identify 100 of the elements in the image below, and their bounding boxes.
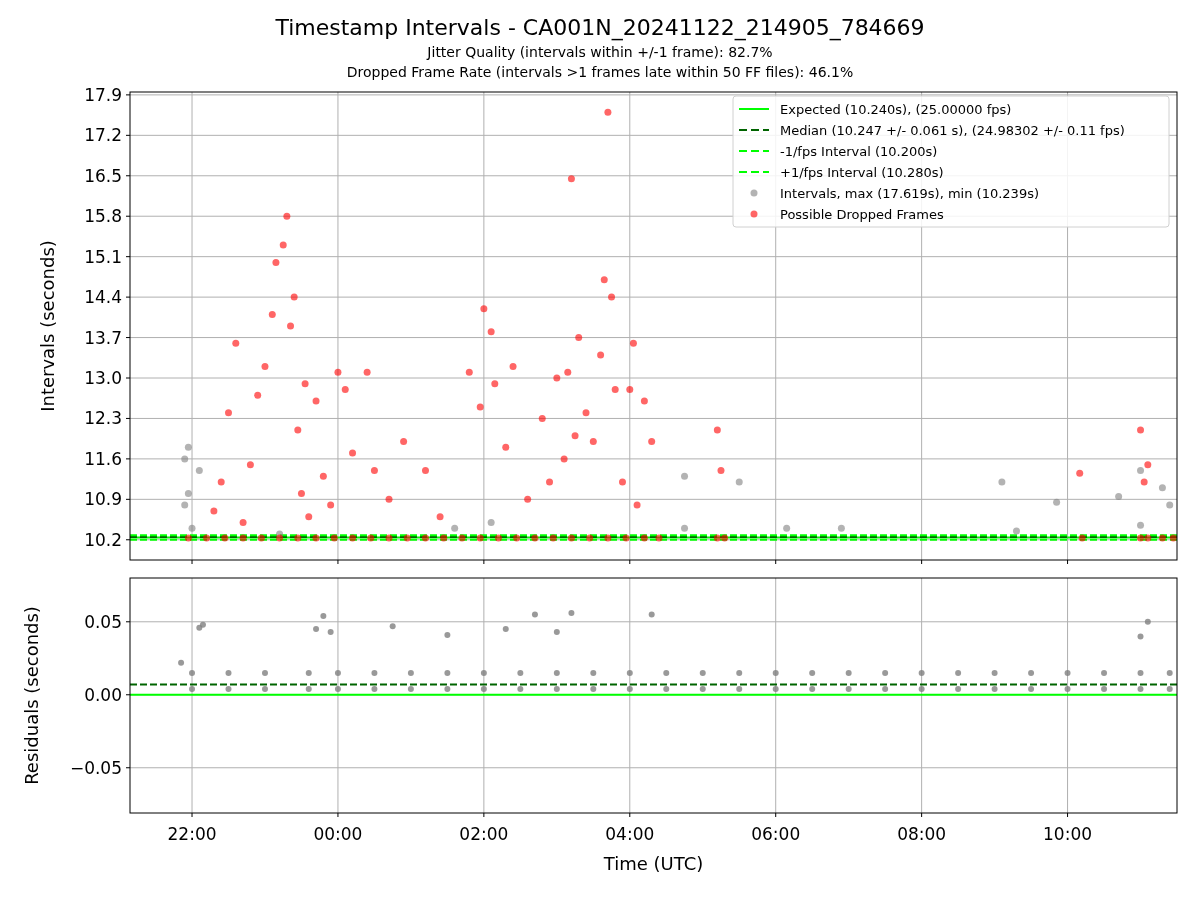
scatter-point xyxy=(845,685,852,692)
scatter-point xyxy=(385,495,393,503)
scatter-point xyxy=(1158,534,1166,542)
tick-label: 10.9 xyxy=(84,489,122,510)
scatter-point xyxy=(444,669,451,676)
scatter-point xyxy=(305,513,313,521)
scatter-point xyxy=(648,438,656,446)
scatter-point xyxy=(809,685,816,692)
scatter-point xyxy=(294,534,302,542)
scatter-point xyxy=(600,276,608,284)
scatter-point xyxy=(882,685,889,692)
scatter-point xyxy=(476,403,484,411)
scatter-point xyxy=(407,669,414,676)
scatter-point xyxy=(181,455,189,463)
scatter-point xyxy=(681,524,688,532)
scatter-point xyxy=(538,414,546,422)
scatter-point xyxy=(444,631,451,638)
scatter-point xyxy=(582,409,590,417)
scatter-point xyxy=(955,685,962,692)
scatter-point xyxy=(203,534,211,542)
scatter-point xyxy=(1169,534,1177,542)
chart-subtitle: Dropped Frame Rate (intervals >1 frames late within 50 FF files): 46.1% xyxy=(346,63,854,82)
scatter-point xyxy=(221,534,229,542)
scatter-point xyxy=(640,397,648,405)
scatter-point xyxy=(305,669,312,676)
scatter-point xyxy=(422,466,429,474)
scatter-point xyxy=(341,386,349,394)
tick-label: 17.9 xyxy=(84,84,122,105)
tick-label: 17.2 xyxy=(84,125,122,146)
scatter-point xyxy=(531,611,538,618)
scatter-point xyxy=(608,293,616,301)
scatter-point xyxy=(809,669,816,676)
scatter-point xyxy=(327,501,335,509)
scatter-point xyxy=(184,490,192,498)
scatter-point xyxy=(262,669,268,676)
scatter-point xyxy=(648,611,655,618)
scatter-point xyxy=(400,438,408,446)
scatter-point xyxy=(225,409,232,417)
scatter-point xyxy=(549,534,557,542)
scatter-point xyxy=(918,685,925,692)
scatter-point xyxy=(494,534,502,542)
scatter-point xyxy=(699,685,706,692)
scatter-point xyxy=(772,685,779,692)
scatter-point xyxy=(626,669,633,676)
tick-label: 10.2 xyxy=(84,529,122,550)
scatter-point xyxy=(195,466,203,474)
scatter-point xyxy=(564,368,572,376)
scatter-point xyxy=(444,685,451,692)
scatter-point xyxy=(389,623,396,630)
scatter-point xyxy=(604,534,612,542)
scatter-point xyxy=(509,362,517,370)
scatter-point xyxy=(1064,669,1071,676)
tick-label: 06:00 xyxy=(751,824,801,844)
scatter-point xyxy=(502,443,510,451)
scatter-point xyxy=(571,432,579,440)
scatter-point xyxy=(568,610,575,617)
scatter-point xyxy=(297,490,305,498)
scatter-point xyxy=(597,351,605,359)
scatter-point xyxy=(524,495,532,503)
scatter-point xyxy=(622,534,630,542)
legend-label: Expected (10.240s), (25.00000 fps) xyxy=(780,102,1012,117)
tick-label: 13.0 xyxy=(84,368,122,388)
tick-label: 11.6 xyxy=(84,448,122,469)
scatter-point xyxy=(918,669,925,676)
scatter-point xyxy=(370,466,378,474)
scatter-point xyxy=(1064,685,1071,692)
scatter-point xyxy=(633,501,641,509)
scatter-point xyxy=(531,534,539,542)
scatter-point xyxy=(232,339,240,347)
scatter-point xyxy=(604,108,612,116)
scatter-point xyxy=(513,534,521,542)
scatter-point xyxy=(334,685,341,692)
scatter-point xyxy=(327,629,334,635)
scatter-point xyxy=(553,629,560,635)
scatter-point xyxy=(407,685,414,692)
tick-label: 15.8 xyxy=(84,206,122,227)
scatter-point xyxy=(1137,426,1144,434)
scatter-point xyxy=(619,478,626,486)
scatter-point xyxy=(257,534,265,542)
scatter-point xyxy=(1144,618,1151,625)
scatter-point xyxy=(1137,521,1144,529)
scatter-point xyxy=(371,669,378,676)
scatter-point xyxy=(403,534,411,542)
tick-label: 04:00 xyxy=(605,824,655,844)
scatter-point xyxy=(626,685,633,692)
scatter-point xyxy=(440,534,448,542)
scatter-point xyxy=(313,626,320,633)
scatter-point xyxy=(261,362,269,370)
tick-label: −0.05 xyxy=(69,757,122,778)
scatter-point xyxy=(629,339,637,347)
scatter-point xyxy=(1137,685,1144,692)
scatter-point xyxy=(1053,498,1061,506)
scatter-point xyxy=(349,534,357,542)
legend-label: Possible Dropped Frames xyxy=(780,207,944,222)
axis-label: Time (UTC) xyxy=(603,853,704,874)
scatter-point xyxy=(480,669,487,676)
scatter-point xyxy=(330,534,338,542)
scatter-point xyxy=(575,334,583,342)
scatter-point xyxy=(1078,534,1086,542)
tick-label: 14.4 xyxy=(84,287,122,308)
